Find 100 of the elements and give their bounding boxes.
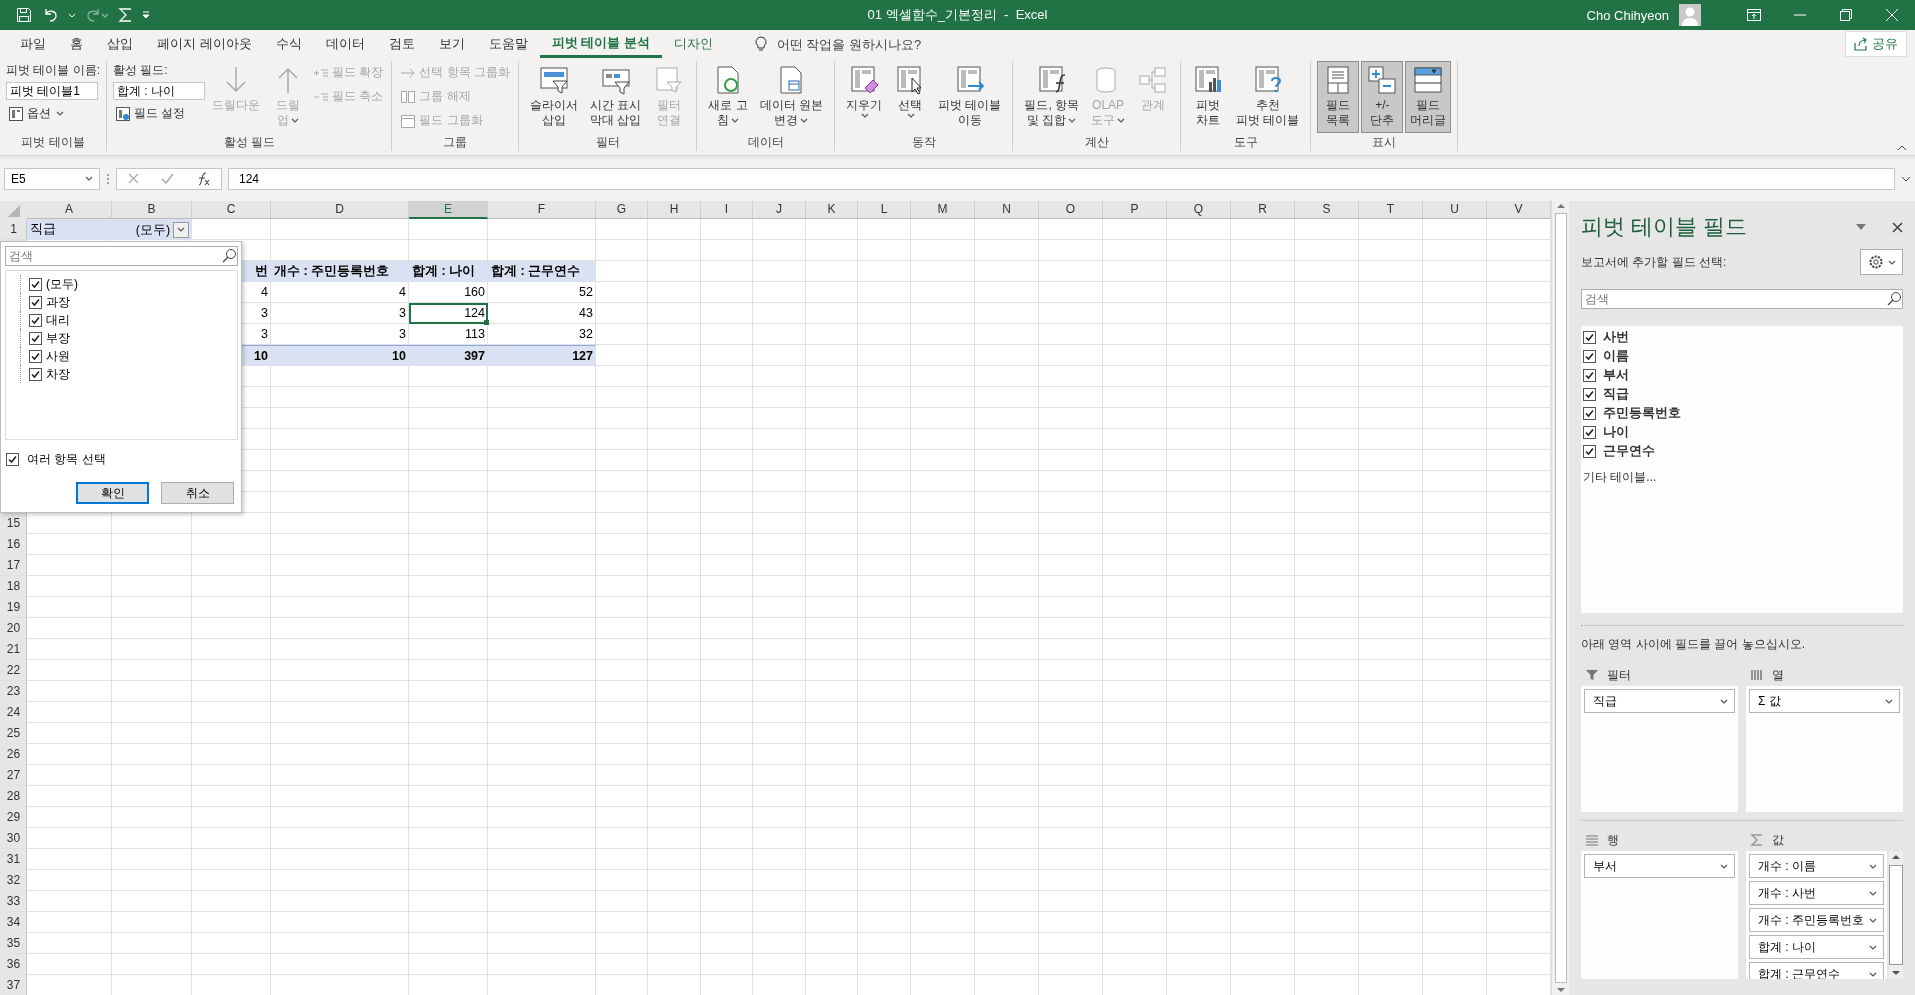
list-item[interactable]: 부장 — [46, 329, 70, 347]
field-item[interactable]: 나이 — [1603, 424, 1629, 441]
ribbon-tab[interactable]: 수식 — [263, 30, 314, 58]
table-cell[interactable]: 32 — [488, 324, 596, 345]
field-item[interactable]: 부서 — [1603, 367, 1629, 384]
field-item[interactable]: 이름 — [1603, 348, 1629, 365]
area-field-button[interactable]: 개수 : 이름 — [1749, 854, 1884, 878]
list-item[interactable]: (모두) — [46, 275, 78, 293]
insert-function-icon[interactable] — [196, 171, 210, 186]
table-cell[interactable]: 개수 : 주민등록번호 — [271, 261, 409, 282]
checkbox[interactable] — [1583, 388, 1596, 401]
ribbon-button[interactable]: 시간 표시 막대 삽입 — [585, 61, 647, 133]
sum-icon[interactable] — [118, 7, 132, 23]
table-cell[interactable]: 43 — [488, 303, 596, 324]
ribbon-tab[interactable]: 검토 — [376, 30, 427, 58]
row-header[interactable]: 15 — [0, 513, 27, 534]
input-field[interactable]: 피벗 테이블1 — [6, 82, 98, 100]
cancel-button[interactable]: 취소 — [161, 482, 234, 504]
table-cell[interactable]: 113 — [409, 324, 488, 345]
formula-field[interactable]: 124 — [228, 167, 1895, 190]
ribbon-tab[interactable]: 보기 — [426, 30, 477, 58]
list-item[interactable]: 과장 — [46, 293, 70, 311]
settings-button[interactable] — [1860, 249, 1903, 275]
area-field-button[interactable]: 직급 — [1584, 689, 1735, 713]
share-button[interactable]: 공유 — [1845, 31, 1907, 57]
checkbox[interactable] — [1583, 331, 1596, 344]
row-header[interactable]: 20 — [0, 618, 27, 639]
table-cell[interactable]: 합계 : 나이 — [409, 261, 488, 282]
search-box[interactable]: 검색 — [1581, 289, 1903, 309]
area-field-button[interactable]: 합계 : 나이 — [1749, 935, 1884, 959]
row-header[interactable]: 33 — [0, 891, 27, 912]
table-cell[interactable]: 52 — [488, 282, 596, 303]
ribbon-button[interactable]: 필드 머리글 — [1405, 61, 1452, 133]
ribbon-button[interactable]: +/- 단추 — [1361, 61, 1404, 133]
ribbon-tab[interactable]: 삽입 — [95, 30, 145, 58]
ribbon-tab[interactable]: 페이지 레이아웃 — [145, 30, 264, 58]
table-cell[interactable]: 160 — [409, 282, 488, 303]
row-header[interactable]: 21 — [0, 639, 27, 660]
row-header[interactable]: 24 — [0, 702, 27, 723]
row-header[interactable]: 31 — [0, 849, 27, 870]
row-header[interactable]: 28 — [0, 786, 27, 807]
row-header[interactable]: 36 — [0, 954, 27, 975]
scroll-down-icon[interactable] — [1555, 985, 1566, 995]
row-header[interactable]: 18 — [0, 576, 27, 597]
name-box[interactable]: E5 — [4, 167, 100, 190]
area-field-button[interactable]: 개수 : 사번 — [1749, 881, 1884, 905]
ok-button[interactable]: 확인 — [76, 482, 149, 504]
row-header[interactable]: 25 — [0, 723, 27, 744]
table-cell[interactable]: 직급 — [27, 219, 112, 240]
row-header[interactable]: 26 — [0, 744, 27, 765]
area-field-button[interactable]: 부서 — [1584, 854, 1735, 878]
checkbox[interactable] — [29, 313, 42, 327]
table-cell[interactable]: 3 — [271, 303, 409, 324]
checkbox[interactable] — [29, 331, 42, 345]
ribbon-tab[interactable]: 도움말 — [476, 30, 540, 58]
row-header[interactable]: 29 — [0, 807, 27, 828]
ribbon-button[interactable]: 피벗 테이블 이동 — [933, 61, 1007, 133]
search-box[interactable]: 검색 — [5, 246, 238, 266]
ribbon-button[interactable]: 필드 목록 — [1317, 61, 1360, 133]
customize-icon[interactable] — [142, 11, 150, 19]
ribbon-tab[interactable]: 데이터 — [313, 30, 377, 58]
vertical-scrollbar[interactable] — [1551, 201, 1569, 995]
table-cell[interactable]: 127 — [488, 345, 596, 366]
collapse-ribbon-icon[interactable] — [1897, 145, 1907, 151]
checkbox[interactable] — [1583, 369, 1596, 382]
ribbon-button[interactable]: 필드 설정 — [113, 103, 205, 124]
table-cell[interactable]: 3 — [271, 324, 409, 345]
ribbon-button[interactable]: 지우기 — [841, 61, 888, 133]
ribbon-tab[interactable]: 피벗 테이블 분석 — [539, 30, 662, 58]
close-icon[interactable] — [1892, 221, 1903, 233]
checkbox[interactable] — [1583, 407, 1596, 420]
row-header[interactable]: 32 — [0, 870, 27, 891]
caret-icon[interactable] — [68, 12, 76, 18]
more-tables-link[interactable]: 기타 테이블... — [1583, 469, 1657, 486]
search-field[interactable]: 검색 — [1582, 290, 1886, 308]
checkbox[interactable] — [1583, 426, 1596, 439]
area-field-button[interactable]: Σ 값 — [1749, 689, 1900, 713]
search-field[interactable]: 검색 — [6, 247, 221, 265]
save-icon[interactable] — [16, 7, 32, 23]
checkbox[interactable] — [29, 277, 42, 291]
table-cell[interactable]: 10 — [271, 345, 409, 366]
checkbox[interactable] — [29, 295, 42, 309]
row-header[interactable]: 34 — [0, 912, 27, 933]
field-item[interactable]: 근무연수 — [1603, 443, 1655, 460]
input-field[interactable]: 합계 : 나이 — [113, 82, 205, 100]
caret-icon[interactable] — [1856, 224, 1866, 230]
checkbox[interactable] — [29, 367, 42, 381]
row-header[interactable]: 1 — [0, 219, 27, 240]
ribbon-tab[interactable]: 파일 — [8, 30, 58, 58]
expand-icon[interactable] — [1901, 175, 1911, 182]
ribbon-button[interactable]: 추천 피벗 테이블 — [1231, 61, 1305, 133]
checkbox-label[interactable]: 여러 항목 선택 — [27, 451, 106, 468]
ribbon-button[interactable]: 데이터 원본 변경 — [754, 61, 829, 133]
undo-icon[interactable] — [42, 7, 58, 23]
list-item[interactable]: 대리 — [46, 311, 70, 329]
table-cell[interactable]: 합계 : 근무연수 — [488, 261, 596, 282]
table-cell[interactable]: 4 — [271, 282, 409, 303]
list-item[interactable]: 차장 — [46, 365, 70, 383]
area-field-button[interactable]: 개수 : 주민등록번호 — [1749, 908, 1884, 932]
list-item[interactable]: 사원 — [46, 347, 70, 365]
